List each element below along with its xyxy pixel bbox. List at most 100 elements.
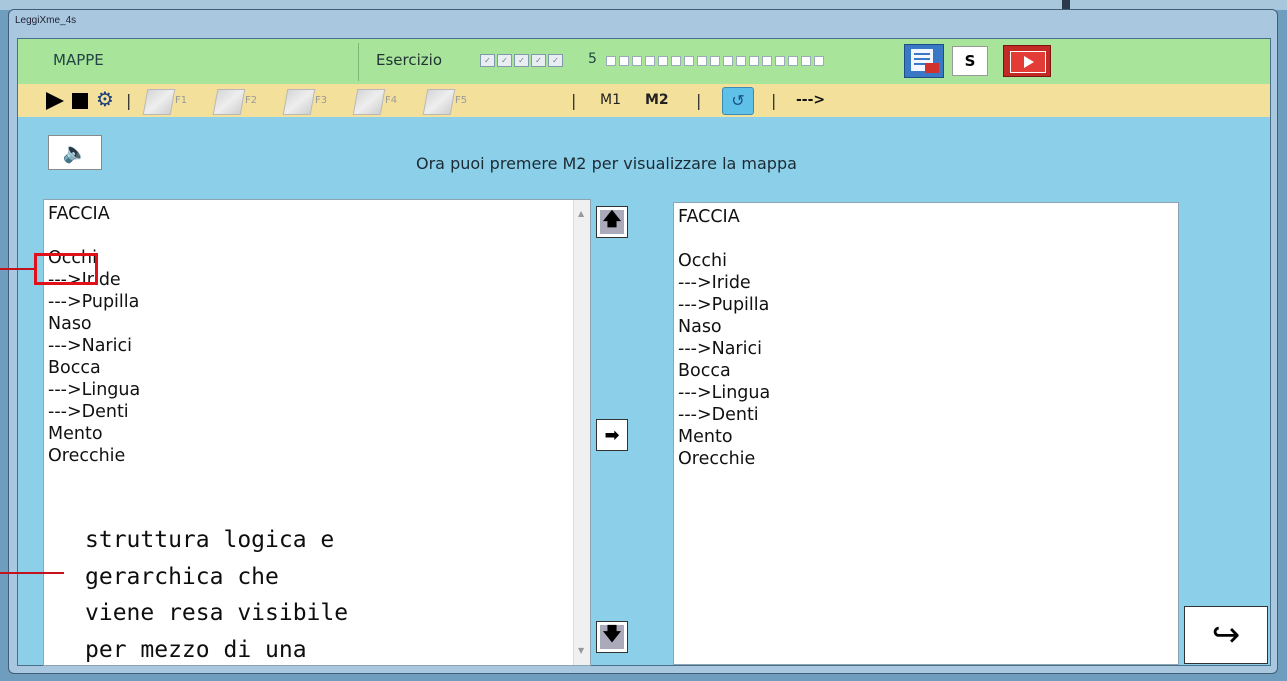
redo-button[interactable]: ↪: [1184, 606, 1268, 664]
play-icon[interactable]: [46, 92, 64, 110]
scroll-up-icon[interactable]: ▲: [578, 203, 584, 225]
exercise-checkbox: ✓: [480, 54, 495, 67]
list-line: Mento: [48, 424, 103, 444]
list-line: Naso: [48, 314, 92, 334]
list-line: Occhi: [678, 251, 727, 271]
move-up-button[interactable]: 🡅: [596, 206, 628, 238]
progress-square: [762, 56, 772, 66]
toolbar-separator: |: [771, 91, 777, 110]
annotation-text: struttura logica e gerarchica che viene re…: [85, 522, 505, 668]
f1-button[interactable]: F1: [142, 87, 191, 115]
left-scrollbar[interactable]: ▲ ▼: [573, 200, 590, 665]
progress-square: [697, 56, 707, 66]
arrow-down-icon: 🡇: [600, 624, 624, 649]
video-play-button[interactable]: [1003, 45, 1051, 77]
progress-square: [736, 56, 746, 66]
arrow-right-icon: ➡: [600, 423, 624, 447]
list-line: --->Denti: [48, 402, 129, 422]
section-title: MAPPE: [53, 51, 104, 69]
m2-button[interactable]: M2: [645, 92, 669, 112]
list-line: [678, 228, 1174, 250]
list-line: Bocca: [678, 361, 731, 381]
redo-arrow-icon: ↪: [1211, 615, 1241, 655]
list-line: Bocca: [48, 358, 101, 378]
progress-square: [632, 56, 642, 66]
list-line: --->Pupilla: [48, 292, 140, 312]
list-line: Orecchie: [48, 446, 126, 466]
m1-button[interactable]: M1: [600, 92, 621, 112]
pointer-line: [0, 572, 64, 574]
pointer-line: [0, 268, 34, 270]
list-line: --->Narici: [48, 336, 132, 356]
move-down-button[interactable]: 🡇: [596, 621, 628, 653]
s-button[interactable]: S: [952, 46, 988, 76]
annotation-line: viene resa visibile: [85, 600, 349, 626]
f3-label: F3: [315, 95, 328, 106]
list-line: [48, 225, 586, 247]
transfer-button[interactable]: ➡: [596, 419, 628, 451]
f1-label: F1: [175, 95, 188, 106]
f5-button[interactable]: F5: [422, 87, 471, 115]
stop-icon[interactable]: [72, 93, 88, 109]
list-line: Orecchie: [678, 449, 756, 469]
list-line: Mento: [678, 427, 733, 447]
annotation-line: per mezzo di una: [85, 636, 307, 663]
list-line: Occhi: [48, 248, 97, 268]
progress-square: [788, 56, 798, 66]
f2-button[interactable]: F2: [212, 87, 261, 115]
annotation-line: struttura logica e: [85, 527, 335, 553]
scroll-down-icon[interactable]: ▼: [578, 640, 584, 662]
exercise-number: 5: [588, 51, 597, 67]
exercise-checkbox: ✓: [531, 54, 546, 67]
progress-square: [684, 56, 694, 66]
list-line: --->Iride: [48, 270, 121, 290]
f4-label: F4: [385, 95, 398, 106]
feather-icon: [422, 89, 456, 115]
arrow-up-icon: 🡅: [600, 209, 624, 234]
progress-square: [606, 56, 616, 66]
progress-square: [801, 56, 811, 66]
list-line: Naso: [678, 317, 722, 337]
window-title: LeggiXme_4s: [15, 15, 77, 26]
f3-button[interactable]: F3: [282, 87, 331, 115]
instruction-text: Ora puoi premere M2 per visualizzare la …: [416, 154, 797, 173]
exercise-checkbox: ✓: [548, 54, 563, 67]
exercise-checkboxes: ✓ ✓ ✓ ✓ ✓: [480, 54, 563, 67]
header-bar: MAPPE Esercizio ✓ ✓ ✓ ✓ ✓ 5 S: [18, 39, 1270, 84]
exercise-label: Esercizio: [376, 51, 442, 69]
arrow-insert-button[interactable]: --->: [796, 92, 825, 112]
exercise-checkbox: ✓: [497, 54, 512, 67]
progress-square: [749, 56, 759, 66]
list-line: --->Iride: [678, 273, 751, 293]
exit-arrow-icon: [925, 63, 939, 73]
video-play-icon: [1010, 51, 1046, 73]
f5-label: F5: [455, 95, 468, 106]
toolbar-separator: |: [696, 91, 702, 110]
header-divider: [358, 43, 359, 81]
toolbar: ⚙ | F1 F2 F3 F4 F5 | M1 M2 | ↺ | --->: [18, 84, 1270, 117]
list-line: --->Narici: [678, 339, 762, 359]
list-line: FACCIA: [48, 204, 110, 224]
list-line: --->Lingua: [678, 383, 771, 403]
speaker-button[interactable]: 🔈: [48, 135, 102, 170]
gear-icon[interactable]: ⚙: [96, 89, 114, 109]
f2-label: F2: [245, 95, 258, 106]
feather-icon: [282, 89, 316, 115]
feather-icon: [352, 89, 386, 115]
toolbar-separator: |: [126, 91, 132, 110]
annotation-line: gerarchica che: [85, 563, 279, 590]
speaker-icon: 🔈: [62, 140, 88, 164]
f4-button[interactable]: F4: [352, 87, 401, 115]
right-map-view[interactable]: FACCIA Occhi --->Iride --->Pupilla Naso --->N…: [673, 202, 1179, 665]
exercise-checkbox: ✓: [514, 54, 529, 67]
report-button[interactable]: [904, 44, 944, 78]
feather-icon: [212, 89, 246, 115]
ear-icon[interactable]: ↺: [722, 87, 754, 115]
progress-square: [645, 56, 655, 66]
progress-square: [619, 56, 629, 66]
list-line: --->Lingua: [48, 380, 141, 400]
progress-square: [671, 56, 681, 66]
progress-square: [723, 56, 733, 66]
progress-square: [710, 56, 720, 66]
progress-square: [814, 56, 824, 66]
